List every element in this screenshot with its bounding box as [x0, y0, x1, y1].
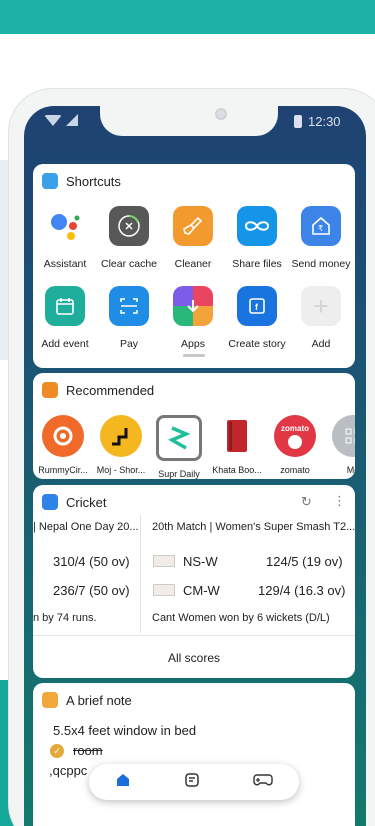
shortcut-add[interactable]: + Add [289, 286, 353, 350]
status-bar-right: 12:30 [294, 114, 341, 129]
top-accent-band [0, 0, 375, 34]
all-scores-button[interactable]: All scores [33, 636, 355, 678]
shortcut-pay[interactable]: Pay [97, 286, 161, 350]
battery-icon [294, 115, 302, 128]
rummycircle-icon [42, 415, 84, 457]
note-line-3: ,qcppc [49, 763, 88, 778]
note-title: A brief note [66, 692, 132, 708]
recommended-title: Recommended [66, 382, 155, 398]
team1-flag-icon [153, 555, 175, 567]
signal-icon [66, 114, 78, 126]
shortcut-add-event[interactable]: Add event [33, 286, 97, 350]
camera-icon [215, 108, 227, 120]
recommended-app-mo[interactable]: Mo [323, 415, 355, 475]
note-header: A brief note [33, 683, 355, 717]
shortcut-cleaner[interactable]: Cleaner [161, 206, 225, 270]
phone-notch [100, 106, 278, 136]
wifi-icon [44, 114, 62, 126]
cricket-icon [42, 494, 58, 510]
game-controller-icon[interactable] [252, 773, 273, 792]
apps-icon [173, 286, 213, 326]
shortcut-clear-cache[interactable]: Clear cache [97, 206, 161, 270]
match1-score2: 236/7 (50 ov) [53, 583, 130, 598]
recommended-app-supr-daily[interactable]: Supr Daily [149, 415, 209, 479]
match2-team1: NS-W [183, 554, 218, 569]
shortcuts-card: Shortcuts Assistant Clear cache Cleaner … [33, 164, 355, 368]
shortcut-send-money[interactable]: ₹ Send money [289, 206, 353, 270]
status-bar-left [44, 114, 78, 126]
match2-team2-score: 129/4 (16.3 ov) [258, 583, 346, 598]
home-icon[interactable] [115, 772, 131, 793]
recommended-icon [42, 382, 58, 398]
match2-header: 20th Match | Women's Super Smash T2... [152, 521, 355, 533]
recommended-app-khata-book[interactable]: Khata Boo... [207, 415, 267, 475]
notes-icon[interactable] [184, 772, 200, 793]
match2-result: Cant Women won by 6 wickets (D/L) [152, 612, 330, 624]
recommended-card: Recommended RummyCir... Moj - Shor... Su… [33, 373, 355, 479]
send-money-icon: ₹ [301, 206, 341, 246]
khata-book-icon [216, 415, 258, 457]
match1-score1: 310/4 (50 ov) [53, 554, 130, 569]
team2-flag-icon [153, 584, 175, 596]
note-item-done: room [73, 743, 103, 758]
match2-team1-score: 124/5 (19 ov) [266, 554, 343, 569]
more-options-icon[interactable]: ⋮ [333, 493, 346, 509]
svg-text:f: f [255, 302, 259, 312]
match2-team2: CM-W [183, 583, 220, 598]
status-time: 12:30 [308, 114, 341, 129]
supr-daily-icon [156, 415, 202, 461]
shortcut-assistant[interactable]: Assistant [33, 206, 97, 270]
shortcut-share-files[interactable]: Share files [225, 206, 289, 270]
svg-text:₹: ₹ [318, 224, 323, 233]
note-icon [42, 692, 58, 708]
share-files-icon [237, 206, 277, 246]
note-card: A brief note 5.5x4 feet window in bed ✓ … [33, 683, 355, 826]
refresh-icon[interactable]: ↻ [301, 494, 312, 510]
shortcuts-title: Shortcuts [66, 173, 121, 189]
match-divider [140, 515, 141, 633]
shortcuts-icon [42, 173, 58, 189]
drag-handle[interactable] [183, 354, 205, 357]
cricket-title: Cricket [66, 494, 107, 510]
match1-result: n by 74 runs. [33, 612, 97, 624]
note-line-1: 5.5x4 feet window in bed [53, 723, 197, 738]
plus-icon: + [301, 286, 341, 326]
shortcut-create-story[interactable]: f Create story [225, 286, 289, 350]
cricket-card: Cricket ↻ ⋮ | Nepal One Day 20... 310/4 … [33, 485, 355, 678]
clear-cache-icon [109, 206, 149, 246]
broom-icon [173, 206, 213, 246]
recommended-app-zomato[interactable]: zomato zomato [265, 415, 325, 475]
app-grid-icon [332, 415, 355, 457]
recommended-app-rummycircle[interactable]: RummyCir... [33, 415, 93, 475]
shortcut-apps[interactable]: Apps [161, 286, 225, 350]
checkmark-icon[interactable]: ✓ [50, 744, 64, 758]
scan-pay-icon [109, 286, 149, 326]
recommended-app-moj[interactable]: Moj - Shor... [91, 415, 151, 475]
zomato-icon: zomato [274, 415, 316, 457]
create-story-icon: f [237, 286, 277, 326]
moj-icon [100, 415, 142, 457]
calendar-icon [45, 286, 85, 326]
bottom-dock [89, 764, 299, 800]
recommended-header: Recommended [33, 373, 355, 407]
shortcuts-header: Shortcuts [33, 164, 355, 198]
match1-header: | Nepal One Day 20... [33, 521, 139, 533]
google-assistant-icon [45, 206, 85, 246]
